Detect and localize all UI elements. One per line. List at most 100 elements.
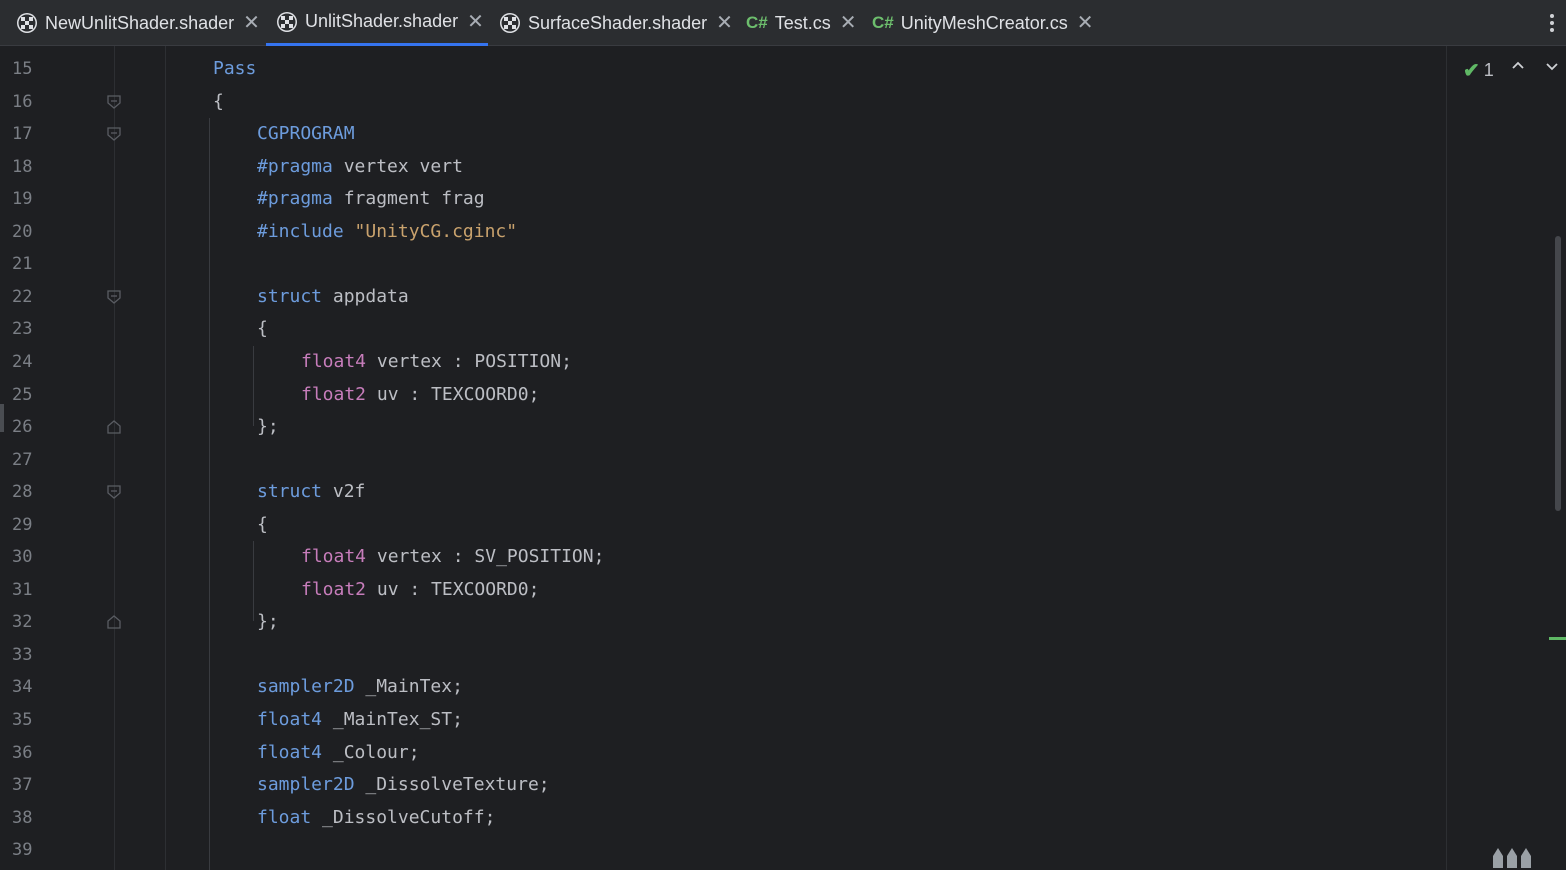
- code-text: float4 vertex : POSITION;: [301, 350, 572, 372]
- line-number: 32: [12, 612, 33, 633]
- code-line: 32};: [0, 605, 1446, 637]
- code-line: 26};: [0, 410, 1446, 442]
- code-text: Pass: [213, 58, 257, 79]
- line-number: 28: [12, 482, 33, 503]
- vertical-scrollbar[interactable]: [1555, 236, 1561, 511]
- code-text: float2 uv : TEXCOORD0;: [301, 383, 540, 405]
- code-line: 20 #include "UnityCG.cginc": [0, 215, 1446, 247]
- editor-tab-bar: NewUnlitShader.shader ✕ UnlitShader.shad…: [0, 0, 1566, 46]
- line-number: 15: [12, 59, 33, 79]
- shader-icon: [17, 13, 37, 33]
- code-text: sampler2D _DissolveTexture;: [257, 774, 550, 796]
- tab-unlitshader[interactable]: UnlitShader.shader ✕: [266, 0, 488, 46]
- check-icon: ✔: [1463, 60, 1480, 82]
- code-line: 21: [0, 247, 1446, 279]
- code-line: 30 float4 vertex : SV_POSITION;: [0, 540, 1446, 572]
- ai-assistant-icon[interactable]: [1491, 844, 1535, 868]
- shader-icon: [500, 13, 520, 33]
- line-number: 18: [12, 156, 33, 177]
- tab-label: SurfaceShader.shader: [528, 12, 708, 33]
- chevron-up-icon[interactable]: [1510, 58, 1526, 74]
- tab-label: Test.cs: [774, 12, 831, 33]
- tab-test-cs[interactable]: C# Test.cs ✕: [746, 0, 857, 46]
- code-text: float4 _Colour;: [257, 741, 420, 763]
- line-number: 33: [12, 644, 33, 665]
- code-line: 38 float _DissolveCutoff;: [0, 801, 1446, 833]
- line-number: 17: [12, 124, 33, 145]
- close-icon[interactable]: ✕: [840, 13, 857, 33]
- code-line: 31 float2 uv : TEXCOORD0;: [0, 573, 1446, 605]
- code-text: float4 _MainTex_ST;: [257, 709, 463, 730]
- shader-icon: [277, 11, 297, 32]
- fold-open-icon[interactable]: [107, 127, 121, 141]
- code-text: {: [213, 90, 224, 112]
- line-number: 19: [12, 189, 33, 210]
- line-number: 20: [12, 221, 33, 242]
- code-line: 16 {: [0, 85, 1446, 117]
- code-text: };: [257, 416, 279, 438]
- right-gutter: ✔ 1: [1446, 46, 1566, 870]
- close-icon[interactable]: ✕: [243, 13, 260, 33]
- fold-open-icon[interactable]: [107, 94, 121, 109]
- line-number: 31: [12, 579, 33, 600]
- inspection-count: 1: [1483, 60, 1494, 80]
- code-line: 28 struct v2f: [0, 475, 1446, 507]
- chevron-down-icon[interactable]: [1544, 58, 1560, 74]
- tab-unitymeshcreator-cs[interactable]: C# UnityMeshCreator.cs ✕: [872, 0, 1094, 46]
- code-line: 22 struct appdata: [0, 280, 1446, 312]
- tab-label: UnityMeshCreator.cs: [900, 12, 1068, 33]
- code-line: 29 {: [0, 508, 1446, 540]
- code-text: #pragma fragment frag: [257, 188, 485, 210]
- csharp-icon: C#: [872, 13, 894, 32]
- line-number: 24: [12, 351, 33, 372]
- tab-surfaceshader[interactable]: SurfaceShader.shader ✕: [499, 0, 733, 46]
- code-line: 33: [0, 638, 1446, 670]
- tab-newunlitshader[interactable]: NewUnlitShader.shader ✕: [16, 0, 260, 46]
- line-number: 30: [12, 547, 33, 568]
- line-number: 36: [12, 742, 33, 763]
- line-number: 21: [12, 254, 33, 275]
- code-text: float _DissolveCutoff;: [257, 806, 496, 828]
- line-number: 25: [12, 384, 33, 405]
- code-line: 35 float4 _MainTex_ST;: [0, 703, 1446, 735]
- line-number: 27: [12, 449, 33, 470]
- fold-open-icon[interactable]: [107, 485, 121, 499]
- code-text: float2 uv : TEXCOORD0;: [301, 578, 540, 600]
- code-line: 23 {: [0, 312, 1446, 344]
- code-line: 25 float2 uv : TEXCOORD0;: [0, 378, 1446, 410]
- line-number: 38: [12, 807, 33, 828]
- code-line: 27: [0, 443, 1446, 475]
- tab-label: UnlitShader.shader: [305, 11, 459, 31]
- csharp-icon: C#: [746, 13, 768, 32]
- fold-close-icon[interactable]: [107, 615, 121, 629]
- line-number: 39: [12, 840, 33, 861]
- line-number: 35: [12, 710, 33, 730]
- line-number: 16: [12, 91, 33, 112]
- inspection-widget[interactable]: ✔ 1: [1463, 58, 1494, 83]
- fold-open-icon[interactable]: [107, 290, 121, 304]
- code-text: CGPROGRAM: [257, 123, 355, 145]
- line-number: 29: [12, 514, 33, 535]
- fold-close-icon[interactable]: [107, 420, 121, 434]
- line-number: 34: [12, 677, 33, 698]
- code-line: 24 float4 vertex : POSITION;: [0, 345, 1446, 377]
- code-line: 17 CGPROGRAM: [0, 117, 1446, 149]
- line-number: 26: [12, 417, 33, 438]
- code-text: sampler2D _MainTex;: [257, 676, 463, 698]
- code-text: struct appdata: [257, 285, 409, 307]
- tab-label: NewUnlitShader.shader: [45, 12, 235, 33]
- code-line: 15 Pass: [0, 52, 1446, 84]
- code-editor[interactable]: 15 Pass 16 {17 CGPROGRAM 18 #pragma vertex ver…: [0, 46, 1446, 870]
- close-icon[interactable]: ✕: [1077, 13, 1094, 33]
- code-text: float4 vertex : SV_POSITION;: [301, 546, 605, 568]
- code-text: };: [257, 611, 279, 633]
- code-text: {: [257, 513, 268, 535]
- code-line: 18 #pragma vertex vert: [0, 150, 1446, 182]
- code-text: #include "UnityCG.cginc": [257, 220, 518, 242]
- more-tabs-icon[interactable]: [1550, 14, 1556, 35]
- close-icon[interactable]: ✕: [716, 13, 733, 33]
- close-icon[interactable]: ✕: [467, 12, 484, 32]
- code-line: 37 sampler2D _DissolveTexture;: [0, 768, 1446, 800]
- line-number: 37: [12, 775, 33, 796]
- code-text: {: [257, 318, 268, 340]
